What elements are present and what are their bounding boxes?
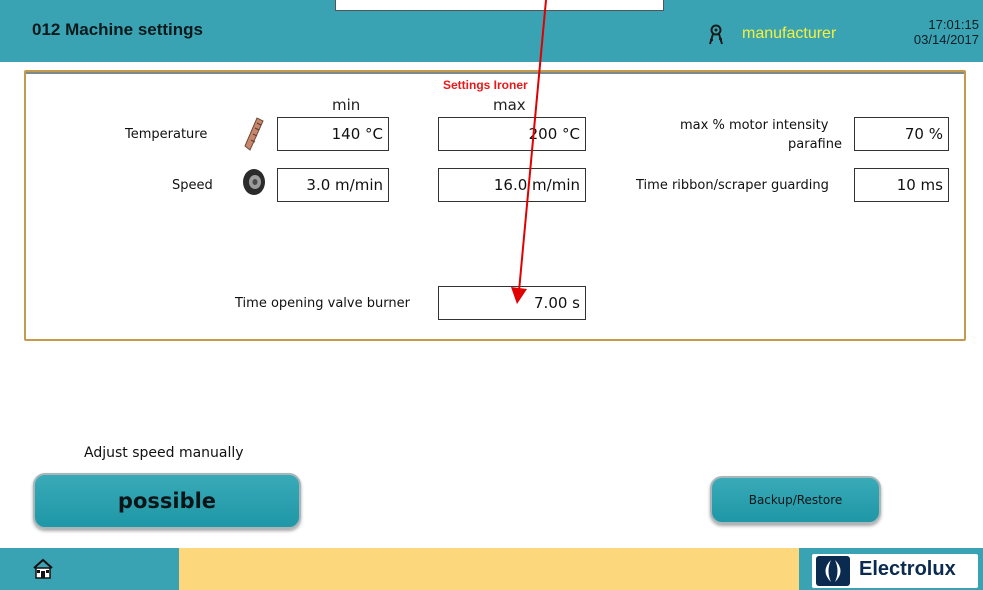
page-title: 012 Machine settings bbox=[32, 20, 204, 39]
valve-burner-field[interactable]: 7.00 s bbox=[438, 286, 586, 320]
adjust-speed-label: Adjust speed manually bbox=[84, 445, 244, 461]
clock-date: 03/14/2017 bbox=[913, 32, 979, 47]
top-input-box bbox=[335, 0, 664, 11]
wheel-icon bbox=[243, 169, 265, 195]
clock-time: 17:01:15 bbox=[928, 17, 979, 32]
speed-label: Speed bbox=[172, 178, 213, 193]
electrolux-logo-icon bbox=[816, 556, 850, 586]
motor-intensity-label-line2: parafine bbox=[788, 137, 842, 152]
ribbon-guarding-label: Time ribbon/scraper guarding bbox=[636, 178, 829, 193]
temperature-label: Temperature bbox=[125, 127, 208, 142]
motor-intensity-field[interactable]: 70 % bbox=[854, 117, 949, 151]
thermometer-icon bbox=[244, 117, 264, 151]
home-icon[interactable] bbox=[32, 558, 54, 580]
temperature-max-field[interactable]: 200 °C bbox=[438, 117, 586, 151]
brand-logo: Electrolux bbox=[812, 554, 978, 588]
max-column-header: max bbox=[493, 96, 526, 114]
valve-burner-label: Time opening valve burner bbox=[235, 296, 410, 311]
backup-restore-button[interactable]: Backup/Restore bbox=[710, 476, 881, 524]
ribbon-guarding-field[interactable]: 10 ms bbox=[854, 168, 949, 202]
panel-title: Settings Ironer bbox=[443, 78, 528, 92]
keys-icon bbox=[709, 24, 723, 45]
temperature-min-field[interactable]: 140 °C bbox=[277, 117, 389, 151]
speed-min-field[interactable]: 3.0 m/min bbox=[277, 168, 389, 202]
adjust-speed-possible-button[interactable]: possible bbox=[33, 473, 301, 529]
speed-max-field[interactable]: 16.0 m/min bbox=[438, 168, 586, 202]
user-role: manufacturer bbox=[742, 25, 837, 42]
brand-name: Electrolux bbox=[859, 558, 956, 580]
min-column-header: min bbox=[332, 96, 361, 114]
message-bar bbox=[179, 548, 799, 590]
motor-intensity-label: max % motor intensity bbox=[680, 118, 829, 133]
